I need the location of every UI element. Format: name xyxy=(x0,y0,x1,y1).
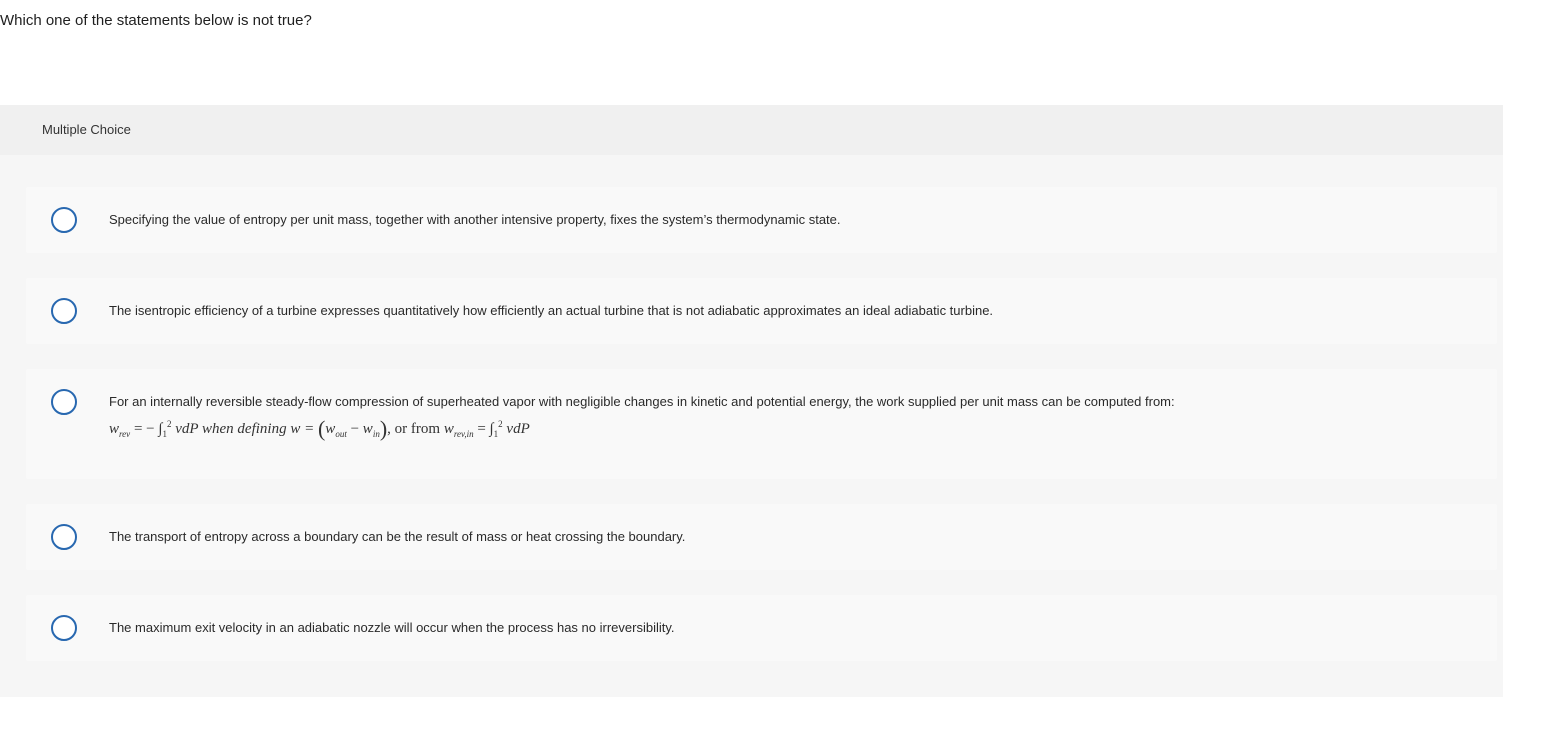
choice-text-3-statement: For an internally reversible steady-flow… xyxy=(109,394,1175,409)
radio-button-2[interactable] xyxy=(51,298,77,324)
choice-text-2: The isentropic efficiency of a turbine e… xyxy=(109,303,994,318)
radio-button-4[interactable] xyxy=(51,524,77,550)
choice-text-5: The maximum exit velocity in an adiabati… xyxy=(109,620,675,635)
radio-button-5[interactable] xyxy=(51,615,77,641)
choice-option-1[interactable]: Specifying the value of entropy per unit… xyxy=(26,187,1497,253)
multiple-choice-header: Multiple Choice xyxy=(0,105,1503,155)
choice-text-4: The transport of entropy across a bounda… xyxy=(109,529,686,544)
choice-text-1: Specifying the value of entropy per unit… xyxy=(109,212,841,227)
multiple-choice-panel: Multiple Choice Specifying the value of … xyxy=(0,105,1503,697)
choice-option-4[interactable]: The transport of entropy across a bounda… xyxy=(26,504,1497,570)
radio-button-3[interactable] xyxy=(51,389,77,415)
work-formula: wrev = − ∫12 vdP when defining w = (wout… xyxy=(109,416,530,441)
choice-option-3[interactable]: For an internally reversible steady-flow… xyxy=(26,369,1497,479)
radio-button-1[interactable] xyxy=(51,207,77,233)
choice-option-2[interactable]: The isentropic efficiency of a turbine e… xyxy=(26,278,1497,344)
choice-text-3: For an internally reversible steady-flow… xyxy=(109,393,1467,443)
choice-option-5[interactable]: The maximum exit velocity in an adiabati… xyxy=(26,595,1497,661)
question-prompt: Which one of the statements below is not… xyxy=(0,12,312,29)
